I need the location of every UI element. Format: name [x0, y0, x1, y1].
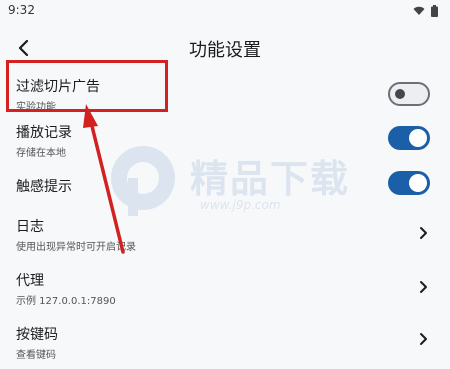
- setting-label: 播放记录: [16, 125, 72, 141]
- setting-label: 触感提示: [16, 179, 72, 195]
- setting-row-filter-ads[interactable]: 过滤切片广告 实验功能: [0, 70, 450, 118]
- setting-subtitle: 查看键码: [16, 350, 56, 361]
- page-title: 功能设置: [189, 40, 261, 61]
- battery-icon: [431, 5, 438, 17]
- status-icons: [413, 5, 438, 17]
- status-time: 9:32: [8, 3, 35, 17]
- setting-label: 过滤切片广告: [16, 79, 100, 95]
- wifi-icon: [413, 6, 425, 15]
- setting-label: 代理: [16, 273, 44, 289]
- status-bar: 9:32: [0, 0, 450, 24]
- toggle-knob: [409, 129, 427, 147]
- setting-row-haptic[interactable]: 触感提示: [0, 168, 450, 216]
- filter-ads-toggle[interactable]: [388, 82, 430, 106]
- play-history-toggle[interactable]: [388, 126, 430, 150]
- setting-subtitle: 实验功能: [16, 102, 56, 113]
- setting-subtitle: 使用出现异常时可开启记录: [16, 242, 136, 253]
- setting-subtitle: 存储在本地: [16, 148, 66, 159]
- setting-subtitle: 示例 127.0.0.1:7890: [16, 296, 116, 307]
- setting-row-proxy[interactable]: 代理 示例 127.0.0.1:7890: [0, 264, 450, 312]
- chevron-right-icon[interactable]: [416, 332, 430, 346]
- toggle-knob: [409, 174, 427, 192]
- haptic-toggle[interactable]: [388, 171, 430, 195]
- setting-row-play-history[interactable]: 播放记录 存储在本地: [0, 116, 450, 164]
- chevron-right-icon[interactable]: [416, 280, 430, 294]
- setting-label: 日志: [16, 219, 44, 235]
- setting-row-log[interactable]: 日志 使用出现异常时可开启记录: [0, 210, 450, 258]
- setting-row-keycode[interactable]: 按键码 查看键码: [0, 318, 450, 366]
- toggle-knob: [395, 89, 405, 99]
- app-bar: 功能设置: [0, 28, 450, 68]
- setting-label: 按键码: [16, 327, 58, 343]
- chevron-right-icon[interactable]: [416, 226, 430, 240]
